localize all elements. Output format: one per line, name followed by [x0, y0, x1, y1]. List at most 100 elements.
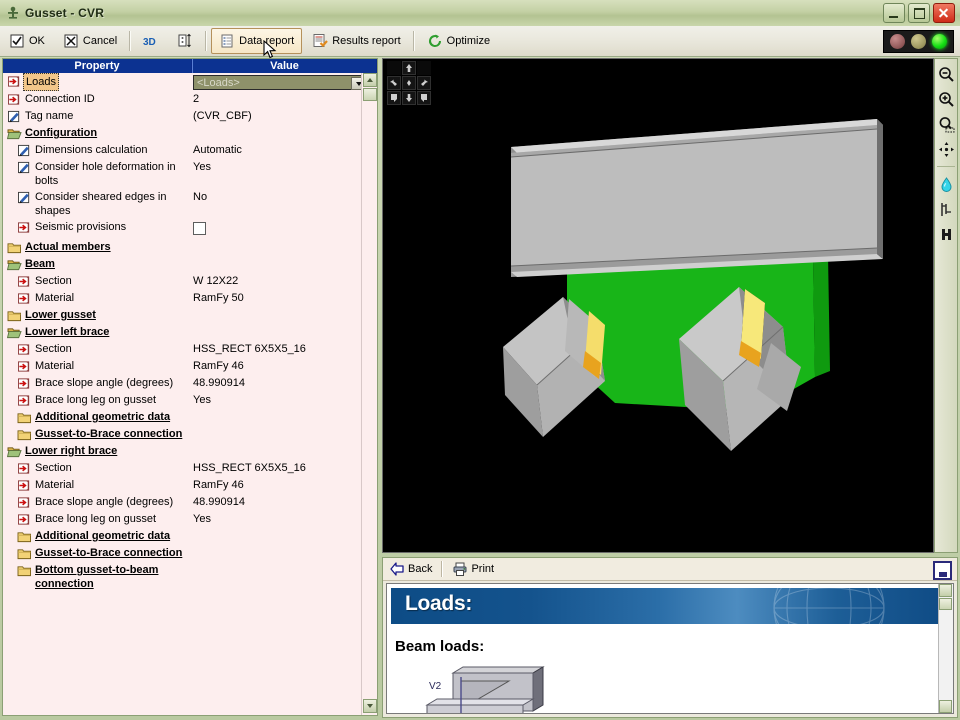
tree-property-row[interactable]: Seismic provisions: [3, 219, 362, 239]
value-cell[interactable]: [191, 545, 362, 546]
tree-property-row[interactable]: Section HSS_RECT 6X5X5_16: [3, 460, 362, 477]
property-scrollbar[interactable]: [361, 73, 377, 715]
tree-property-row[interactable]: Material RamFy 46: [3, 477, 362, 494]
report-scroll-thumb[interactable]: [939, 598, 952, 610]
printer-icon: [453, 562, 467, 576]
tree-group-row[interactable]: Additional geometric data: [3, 409, 362, 426]
value-cell[interactable]: [191, 409, 362, 410]
tree-group-row[interactable]: Lower left brace: [3, 324, 362, 341]
value-cell[interactable]: [191, 219, 362, 239]
tree-property-row[interactable]: Consider sheared edges in shapes No: [3, 189, 362, 219]
value-cell[interactable]: [191, 426, 362, 427]
tree-property-row[interactable]: Consider hole deformation in bolts Yes: [3, 159, 362, 189]
tree-group-row[interactable]: Gusset-to-Brace connection: [3, 426, 362, 443]
tree-property-row[interactable]: Brace long leg on gusset Yes: [3, 511, 362, 528]
property-label: Additional geometric data: [35, 530, 171, 542]
property-label: Lower left brace: [25, 326, 110, 338]
tree-group-row[interactable]: Additional geometric data: [3, 528, 362, 545]
tree-property-row[interactable]: Connection ID 2: [3, 91, 362, 108]
seismic-provisions-checkbox[interactable]: [193, 222, 206, 235]
report-maximize-button[interactable]: [933, 561, 952, 580]
tree-group-row[interactable]: Bottom gusset-to-beam connection: [3, 562, 362, 592]
zoom-in-icon[interactable]: [936, 89, 956, 109]
property-cell: Configuration: [3, 125, 191, 141]
tree-group-row[interactable]: Beam: [3, 256, 362, 273]
red-arrow-icon: [7, 94, 20, 105]
property-tree[interactable]: Loads <Loads> Connection ID 2 Tag name (CVR_C…: [3, 73, 362, 715]
property-label: Seismic provisions: [35, 221, 127, 233]
red-arrow-icon: [17, 292, 33, 306]
value-cell[interactable]: [191, 443, 362, 444]
scroll-up-button[interactable]: [362, 73, 377, 87]
view-3d-button[interactable]: 3D: [135, 28, 167, 54]
property-cell: Tag name: [3, 108, 191, 124]
tree-property-row[interactable]: Tag name (CVR_CBF): [3, 108, 362, 125]
data-report-button[interactable]: Data report: [211, 28, 303, 54]
property-cell: Loads: [3, 73, 191, 91]
column-header-value: Value: [192, 59, 377, 73]
red-arrow-icon: [17, 394, 33, 408]
water-drop-icon[interactable]: [936, 174, 956, 194]
loads-combobox[interactable]: <Loads>: [193, 75, 362, 90]
minimize-button[interactable]: [883, 3, 905, 23]
tree-property-row[interactable]: Material RamFy 46: [3, 358, 362, 375]
zoom-window-icon[interactable]: [936, 114, 956, 134]
scroll-thumb[interactable]: [362, 88, 377, 101]
property-cell: Bottom gusset-to-beam connection: [3, 562, 191, 592]
tree-property-row[interactable]: Section W 12X22: [3, 273, 362, 290]
tree-property-row[interactable]: Section HSS_RECT 6X5X5_16: [3, 341, 362, 358]
report-print-button[interactable]: Print: [446, 560, 500, 578]
beam-w12x22: [510, 119, 883, 277]
results-report-label: Results report: [332, 35, 401, 47]
tree-property-row[interactable]: Brace slope angle (degrees) 48.990914: [3, 375, 362, 392]
red-arrow-icon: [17, 360, 33, 374]
measure-icon[interactable]: [936, 199, 956, 219]
tree-group-row[interactable]: Gusset-to-Brace connection: [3, 545, 362, 562]
section-icon[interactable]: [936, 224, 956, 244]
property-cell: Section: [3, 273, 191, 289]
value-cell[interactable]: [191, 256, 362, 257]
dimensions-button[interactable]: [169, 28, 201, 54]
gusset-connection-model: [383, 59, 933, 552]
value-cell[interactable]: [191, 562, 362, 563]
maximize-button[interactable]: [908, 3, 930, 23]
zoom-out-icon[interactable]: [936, 64, 956, 84]
3d-viewport[interactable]: [382, 58, 934, 553]
report-scrollbar[interactable]: [938, 584, 953, 713]
property-cell: Consider sheared edges in shapes: [3, 189, 191, 219]
dimensions-icon: [178, 33, 192, 48]
tree-property-row[interactable]: Brace long leg on gusset Yes: [3, 392, 362, 409]
gusset-cvr-window: Gusset - CVR OK Cancel 3D Data report Re…: [0, 0, 960, 720]
tree-property-row[interactable]: Loads <Loads>: [3, 73, 362, 91]
value-cell[interactable]: [191, 528, 362, 529]
property-cell: Consider hole deformation in bolts: [3, 159, 191, 189]
tree-group-row[interactable]: Actual members: [3, 239, 362, 256]
close-button[interactable]: [933, 3, 955, 23]
cancel-button[interactable]: Cancel: [55, 28, 125, 54]
ok-button[interactable]: OK: [1, 28, 53, 54]
tree-group-row[interactable]: Configuration: [3, 125, 362, 142]
report-back-button[interactable]: Back: [383, 560, 438, 578]
scroll-down-button[interactable]: [362, 699, 377, 713]
report-scroll-down-button[interactable]: [939, 700, 952, 713]
tree-property-row[interactable]: Dimensions calculation Automatic: [3, 142, 362, 159]
pan-icon[interactable]: [936, 139, 956, 159]
value-cell[interactable]: <Loads>: [191, 73, 362, 90]
red-arrow-icon: [17, 221, 33, 235]
optimize-button[interactable]: Optimize: [419, 28, 498, 54]
checkbox-crossed-icon: [64, 34, 78, 48]
property-cell: Material: [3, 290, 191, 306]
property-cell: Brace long leg on gusset: [3, 392, 191, 408]
tree-group-row[interactable]: Lower gusset: [3, 307, 362, 324]
tree-group-row[interactable]: Lower right brace: [3, 443, 362, 460]
tree-property-row[interactable]: Material RamFy 50: [3, 290, 362, 307]
red-arrow-icon: [17, 361, 30, 372]
value-cell[interactable]: [191, 239, 362, 240]
results-report-button[interactable]: Results report: [304, 28, 408, 54]
value-cell[interactable]: [191, 324, 362, 325]
value-cell[interactable]: [191, 125, 362, 126]
property-label: Section: [35, 343, 72, 355]
report-scroll-up-button[interactable]: [939, 584, 952, 597]
tree-property-row[interactable]: Brace slope angle (degrees) 48.990914: [3, 494, 362, 511]
value-cell[interactable]: [191, 307, 362, 308]
